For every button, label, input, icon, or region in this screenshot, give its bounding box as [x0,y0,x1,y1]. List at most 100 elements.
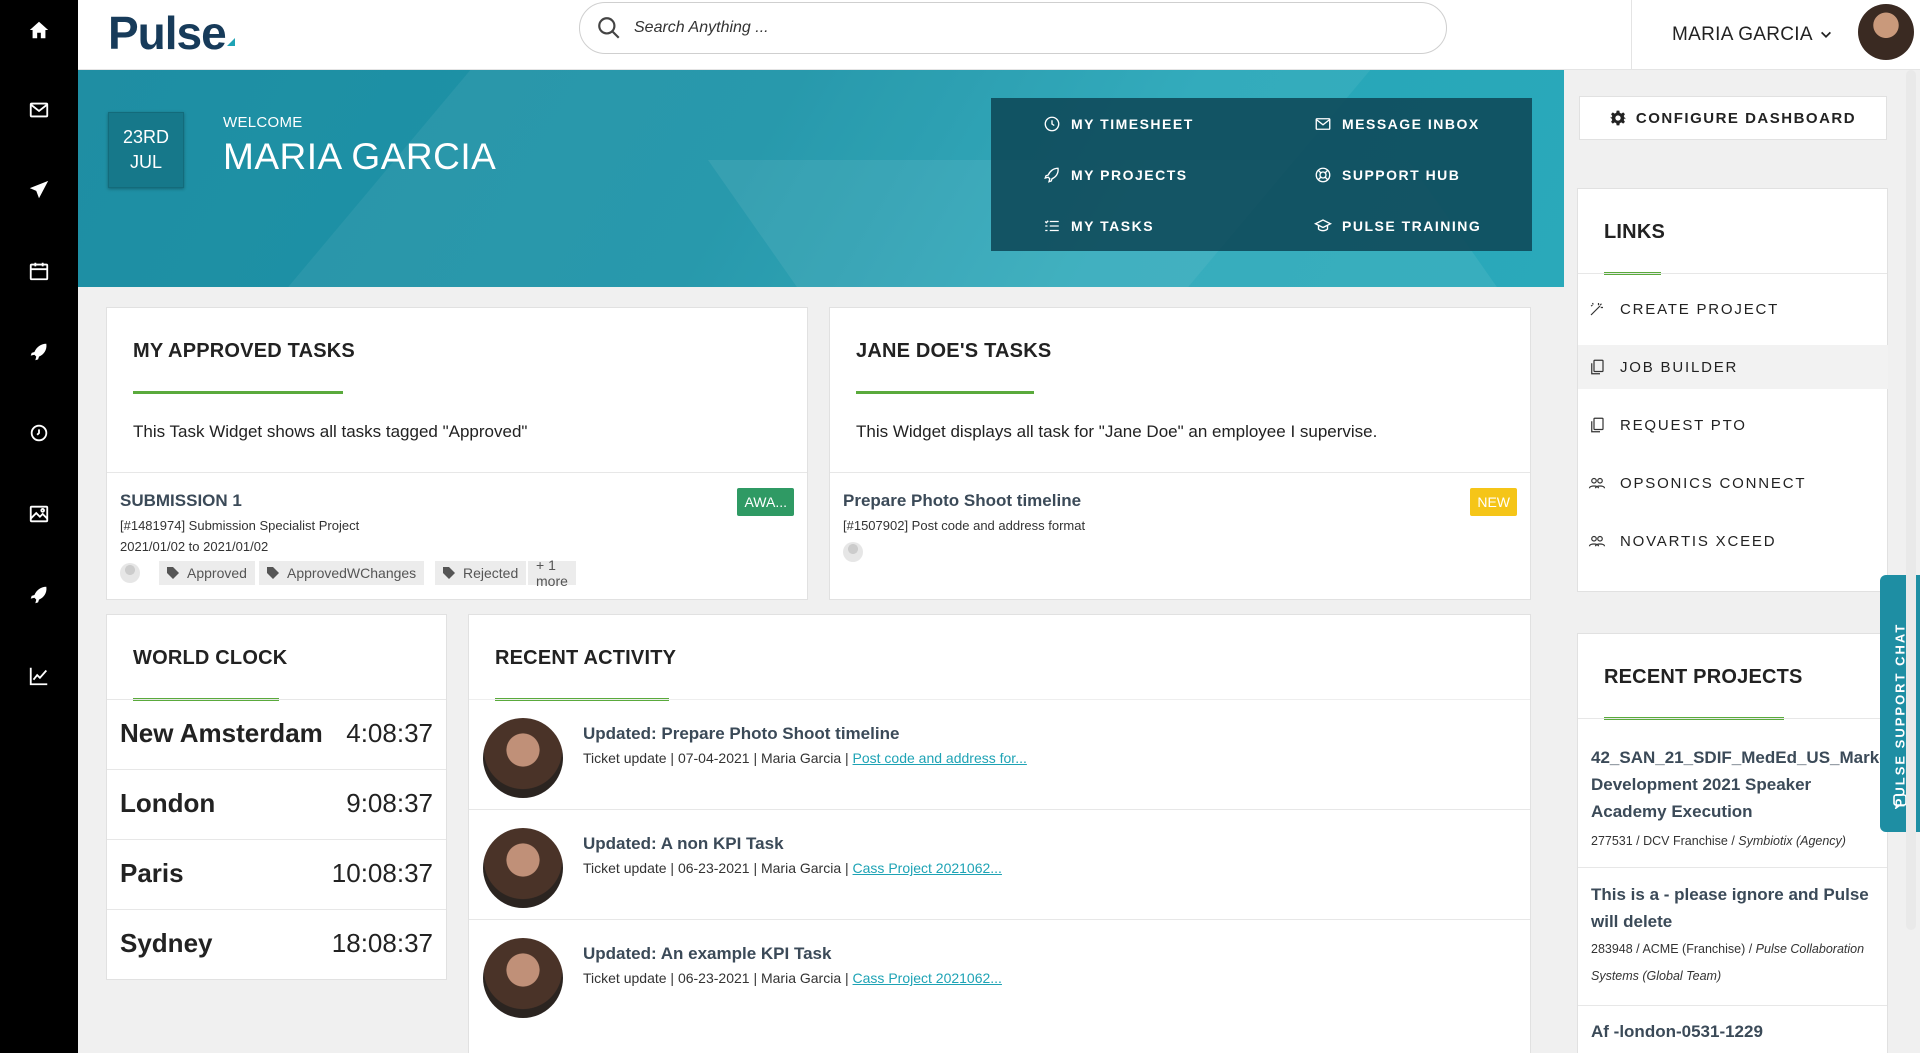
clock-row: New Amsterdam 4:08:37 [107,699,446,769]
clock-time: 10:08:37 [331,858,433,888]
clock-row: London 9:08:37 [107,769,446,839]
widget-title: JANE DOE'S TASKS [856,340,1052,362]
page-scrollbar[interactable] [1906,70,1916,930]
welcome-name: MARIA GARCIA [223,136,497,177]
more-tags[interactable]: + 1 more [528,557,576,589]
activity-meta: Ticket update | 06-23-2021 | Maria Garci… [583,970,1002,986]
user-name: MARIA GARCIA [1672,24,1813,45]
list-icon [1044,219,1059,231]
widget-description: This Widget displays all task for "Jane … [856,422,1378,441]
activity-link[interactable]: Post code and address for... [853,750,1027,766]
task-title[interactable]: Prepare Photo Shoot timeline [843,491,1081,511]
activity-item[interactable]: Updated: An example KPI Task Ticket upda… [469,919,1530,1029]
link-novartis-xceed[interactable]: NOVARTIS XCEED [1578,519,1888,563]
world-clock-widget: WORLD CLOCK New Amsterdam 4:08:37 London… [106,614,447,980]
nav-projects[interactable] [0,322,78,382]
nav-send[interactable] [0,160,78,220]
avatar [843,542,863,562]
nav-timesheet[interactable] [0,403,78,463]
widget-title: LINKS [1604,221,1665,243]
link-job-builder[interactable]: JOB BUILDER [1578,345,1888,389]
task-id: [#1507902] Post code and address format [843,518,1086,533]
date-day: 23RD [122,127,170,147]
avatar [483,938,563,1018]
project-title: Af -london-0531-1229 [1591,1022,1763,1041]
task-dates: 2021/01/02 to 2021/01/02 [120,539,269,554]
rocket-icon [30,343,47,361]
recent-activity-widget: RECENT ACTIVITY Updated: Prepare Photo S… [468,614,1531,1053]
status-badge[interactable]: NEW [1470,488,1517,516]
image-icon [29,505,49,523]
activity-title: Updated: An example KPI Task [583,944,832,963]
clock-time: 4:08:37 [346,718,433,748]
jane-doe-tasks-widget: JANE DOE'S TASKS This Widget displays al… [829,307,1531,600]
copy-icon [1591,359,1604,375]
nav-launch[interactable] [0,565,78,625]
nav-media[interactable] [0,484,78,544]
widget-description: This Task Widget shows all tasks tagged … [133,422,528,441]
task-title[interactable]: SUBMISSION 1 [120,491,242,511]
welcome-label: WELCOME [223,114,303,131]
send-icon [29,180,49,199]
quick-link-my-tasks[interactable]: MY TASKS [1043,200,1313,251]
tag-item[interactable]: Rejected [435,561,527,585]
date-box: 23RD JUL [108,112,184,188]
recent-projects-widget: RECENT PROJECTS 42_SAN_21_SDIF_MedEd_US_… [1577,633,1888,1053]
activity-meta: Ticket update | 07-04-2021 | Maria Garci… [583,750,1027,766]
widget-title: WORLD CLOCK [133,647,288,669]
link-create-project[interactable]: CREATE PROJECT [1578,287,1888,331]
clock-city: Sydney [120,928,213,958]
rocket-icon [30,586,47,604]
clock-city: Paris [120,858,184,888]
approved-tasks-widget: MY APPROVED TASKS This Task Widget shows… [106,307,808,600]
clock-icon [1044,116,1060,131]
avatar[interactable] [1858,4,1914,60]
tag-icon [167,567,179,579]
rocket-icon [1044,167,1059,183]
avatar [120,563,140,583]
activity-item[interactable]: Updated: A non KPI Task Ticket update | … [469,809,1530,919]
clock-city: New Amsterdam [120,718,323,748]
users-icon [1588,477,1606,489]
copy-icon [1591,417,1604,433]
chevron-down-icon [1820,31,1831,38]
clock-row: Sydney 18:08:37 [107,909,446,979]
status-badge[interactable]: AWA... [737,488,794,516]
tag-item[interactable]: ApprovedWChanges [259,561,425,585]
tag-icon [267,567,279,579]
tag-item[interactable]: Approved [159,561,255,585]
mail-icon [29,102,49,118]
nav-home[interactable] [0,0,78,60]
nav-messages[interactable] [0,80,78,140]
avatar [483,828,563,908]
quick-link-my-timesheet[interactable]: MY TIMESHEET [1043,98,1313,149]
clock-time: 18:08:37 [331,928,433,958]
left-nav-rail [0,0,78,1053]
quick-link-message-inbox[interactable]: MESSAGE INBOX [1314,98,1564,149]
activity-link[interactable]: Cass Project 2021062... [853,860,1002,876]
configure-dashboard-button[interactable]: CONFIGURE DASHBOARD [1579,96,1887,140]
quick-link-my-projects[interactable]: MY PROJECTS [1043,149,1313,200]
activity-title: Updated: A non KPI Task [583,834,784,853]
gear-icon [1610,110,1626,126]
quick-link-support-hub[interactable]: SUPPORT HUB [1314,149,1564,200]
activity-meta: Ticket update | 06-23-2021 | Maria Garci… [583,860,1002,876]
widget-title: MY APPROVED TASKS [133,340,355,362]
nav-analytics[interactable] [0,646,78,706]
quick-link-pulse-training[interactable]: PULSE TRAINING [1314,200,1564,251]
pulse-logo[interactable]: Pulse [108,6,235,60]
search-bar[interactable] [579,2,1447,54]
date-month: JUL [129,152,162,172]
link-opsonics-connect[interactable]: OPSONICS CONNECT [1578,461,1888,505]
link-request-pto[interactable]: REQUEST PTO [1578,403,1888,447]
top-bar: Pulse MARIA GARCIA [78,0,1920,70]
mail-icon [1315,117,1331,130]
activity-item[interactable]: Updated: Prepare Photo Shoot timeline Ti… [469,699,1530,809]
activity-link[interactable]: Cass Project 2021062... [853,970,1002,986]
avatar [483,718,563,798]
nav-calendar[interactable] [0,241,78,301]
chart-icon [29,667,48,686]
search-input[interactable] [634,19,1414,37]
activity-title: Updated: Prepare Photo Shoot timeline [583,724,900,743]
clock-row: Paris 10:08:37 [107,839,446,909]
